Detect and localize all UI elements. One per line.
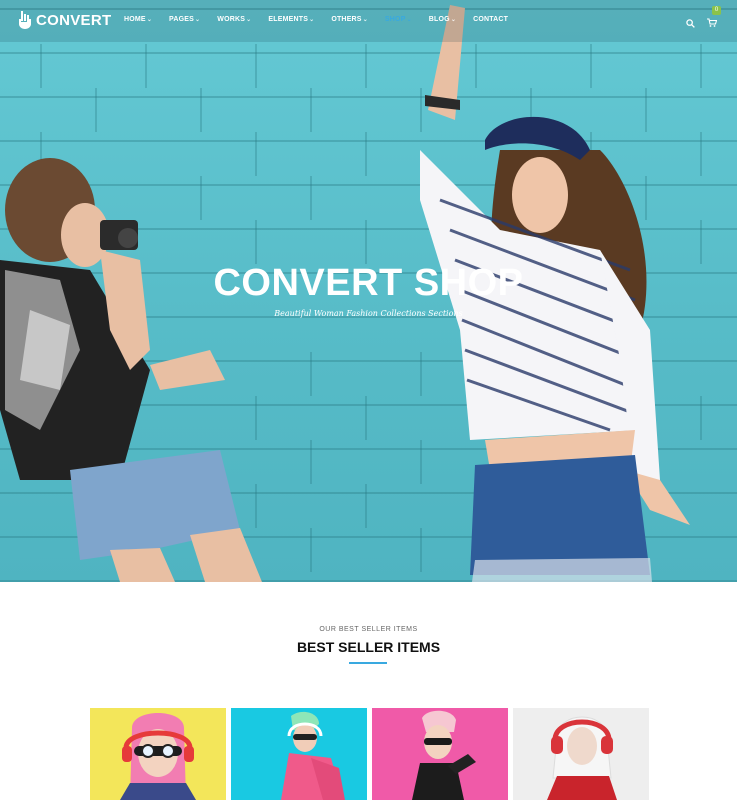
- nav-item-label: HOME: [124, 16, 146, 23]
- nav-item-label: ELEMENTS: [268, 16, 309, 23]
- section-title: BEST SELLER ITEMS: [296, 639, 441, 655]
- top-navigation-bar: CONVERT HOME⌄ PAGES⌄ WORKS⌄ ELEMENTS⌄ OT…: [0, 0, 737, 42]
- chevron-down-icon: ⌄: [195, 17, 201, 23]
- product-card[interactable]: [231, 708, 367, 800]
- product-card[interactable]: [90, 708, 226, 800]
- product-image: [547, 716, 617, 800]
- nav-item-label: PAGES: [169, 16, 195, 23]
- chevron-down-icon: ⌄: [362, 17, 368, 23]
- main-menu: HOME⌄ PAGES⌄ WORKS⌄ ELEMENTS⌄ OTHERS⌄ SH…: [124, 16, 525, 23]
- photographer-figure: [0, 158, 262, 582]
- nav-item-label: SHOP: [384, 16, 406, 23]
- nav-item-elements[interactable]: ELEMENTS⌄: [268, 16, 314, 23]
- chevron-down-icon: ⌄: [406, 17, 412, 23]
- cart-icon: [707, 18, 718, 27]
- brand-name: CONVERT: [36, 11, 112, 29]
- nav-item-pages[interactable]: PAGES⌄: [169, 16, 200, 23]
- nav-item-others[interactable]: OTHERS⌄: [331, 16, 368, 23]
- chevron-down-icon: ⌄: [309, 17, 315, 23]
- product-image: [281, 711, 345, 800]
- product-card[interactable]: [372, 708, 508, 800]
- section-divider: [349, 662, 387, 664]
- product-image: [120, 713, 196, 800]
- cart-button[interactable]: 0: [707, 6, 721, 32]
- nav-item-contact[interactable]: CONTACT: [473, 16, 508, 23]
- hero-banner: CONVERT HOME⌄ PAGES⌄ WORKS⌄ ELEMENTS⌄ OT…: [0, 0, 737, 582]
- product-image: [412, 710, 476, 800]
- chevron-down-icon: ⌄: [246, 17, 252, 23]
- nav-item-label: CONTACT: [473, 16, 509, 23]
- hero-title: CONVERT SHOP: [213, 262, 524, 304]
- nav-item-label: OTHERS: [331, 16, 362, 23]
- hand-logo-icon: [19, 11, 31, 29]
- chevron-down-icon: ⌄: [450, 17, 457, 23]
- nav-item-shop[interactable]: SHOP⌄: [385, 16, 412, 23]
- brand-logo[interactable]: CONVERT: [18, 11, 111, 29]
- nav-icons: 0: [686, 6, 721, 32]
- nav-item-home[interactable]: HOME⌄: [124, 16, 152, 23]
- nav-item-blog[interactable]: BLOG⌄: [429, 16, 456, 23]
- nav-item-label: WORKS: [217, 16, 246, 23]
- product-grid: [90, 708, 649, 800]
- section-kicker: OUR BEST SELLER ITEMS: [319, 626, 418, 633]
- nav-item-works[interactable]: WORKS⌄: [217, 16, 251, 23]
- cart-count-badge: 0: [712, 6, 721, 15]
- chevron-down-icon: ⌄: [146, 17, 153, 23]
- hero-subtitle: Beautiful Woman Fashion Collections Sect…: [274, 309, 463, 318]
- search-icon[interactable]: [686, 18, 695, 28]
- product-card[interactable]: [513, 708, 649, 800]
- nav-item-label: BLOG: [428, 16, 450, 23]
